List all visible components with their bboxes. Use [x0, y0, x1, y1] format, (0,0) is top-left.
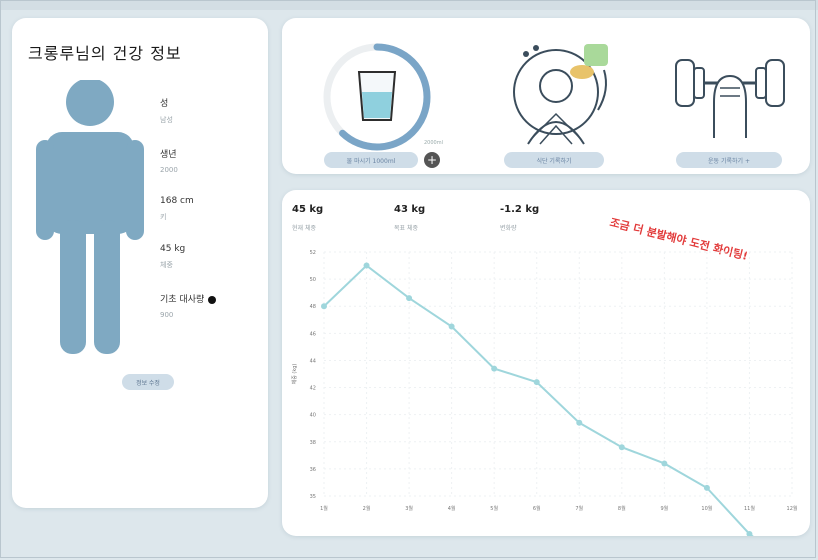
data-point	[576, 419, 583, 426]
stat-gender: 성 남성	[160, 99, 173, 124]
x-tick-label: 11월	[744, 505, 755, 512]
stat-height: 168 cm 키	[160, 196, 194, 221]
y-tick-label: 42	[310, 386, 316, 392]
stat-birth: 생년 2000	[160, 150, 178, 174]
x-tick-label: 10월	[701, 505, 712, 512]
weight-line-chart: 35 36 38 40 42 44 46 48 50 52 1월 2월 3월 4월 5월 6월 7월 8월 9월 10…	[291, 250, 798, 536]
water-tile[interactable]: 2000ml 물 마시기 1000ml +	[312, 18, 443, 174]
data-point	[703, 484, 710, 491]
y-tick-label: 40	[310, 413, 316, 419]
water-goal-label: 2000ml	[424, 140, 443, 146]
x-tick-label: 9월	[660, 505, 668, 512]
x-tick-label: 2월	[363, 505, 371, 512]
person-silhouette-icon	[36, 80, 144, 354]
profile-stats: 성 남성 생년 2000 168 cm 키 45 kg 체중 기초 대사량 90…	[160, 96, 217, 341]
x-tick-label: 6월	[533, 505, 541, 512]
data-point	[491, 365, 498, 372]
data-point	[618, 444, 625, 451]
y-tick-label: 35	[310, 494, 316, 500]
y-tick-label: 52	[310, 250, 316, 256]
stat-weight: 45 kg 체중	[160, 244, 186, 269]
data-point	[448, 323, 455, 330]
data-point	[406, 295, 413, 302]
y-tick-label: 38	[310, 440, 316, 446]
y-axis-label: 체중 (kg)	[291, 364, 298, 385]
x-tick-label: 3월	[405, 505, 413, 512]
x-tick-label: 12월	[787, 505, 798, 512]
x-tick-label: 8월	[618, 505, 626, 512]
stat-bmr: 기초 대사량 900	[160, 292, 217, 319]
activity-tiles-card: 2000ml 물 마시기 1000ml + 식단 기록하기 운동 기록하기 +	[282, 18, 810, 174]
meal-person-icon	[513, 44, 608, 145]
x-tick-label: 5월	[490, 505, 498, 512]
profile-card: 크롱루님의 건강 정보 성 남성 생년 2000 168 cm 키 45 kg …	[12, 18, 268, 508]
dumbbell-icon	[675, 59, 785, 138]
plus-icon[interactable]: +	[424, 152, 440, 168]
x-tick-label: 1월	[320, 505, 328, 512]
data-point	[363, 262, 370, 269]
y-tick-label: 48	[310, 304, 316, 310]
exercise-log-button[interactable]: 운동 기록하기 +	[676, 152, 782, 168]
y-tick-label: 50	[310, 277, 316, 283]
profile-title: 크롱루님의 건강 정보	[28, 44, 182, 63]
stat-bmr-label: 기초 대사량	[160, 295, 205, 305]
exercise-tile[interactable]: 운동 기록하기 +	[668, 18, 798, 174]
data-point	[321, 303, 327, 310]
data-point	[533, 379, 540, 386]
y-tick-label: 46	[310, 331, 316, 337]
diet-tile[interactable]: 식단 기록하기	[492, 18, 622, 174]
x-tick-label: 7월	[575, 505, 583, 512]
info-dot-icon[interactable]	[208, 295, 217, 304]
weight-chart-card: 45 kg 현재 체중 43 kg 목표 체중 -1.2 kg 변화량 조금 더…	[282, 190, 810, 536]
y-tick-label: 36	[310, 467, 316, 473]
diet-log-button[interactable]: 식단 기록하기	[504, 152, 604, 168]
data-point	[661, 460, 668, 467]
y-tick-label: 44	[310, 358, 316, 364]
x-tick-label: 4월	[448, 505, 456, 512]
edit-profile-button[interactable]: 정보 수정	[122, 374, 174, 390]
water-glass-icon	[357, 71, 397, 121]
water-log-button[interactable]: 물 마시기 1000ml	[324, 152, 418, 168]
